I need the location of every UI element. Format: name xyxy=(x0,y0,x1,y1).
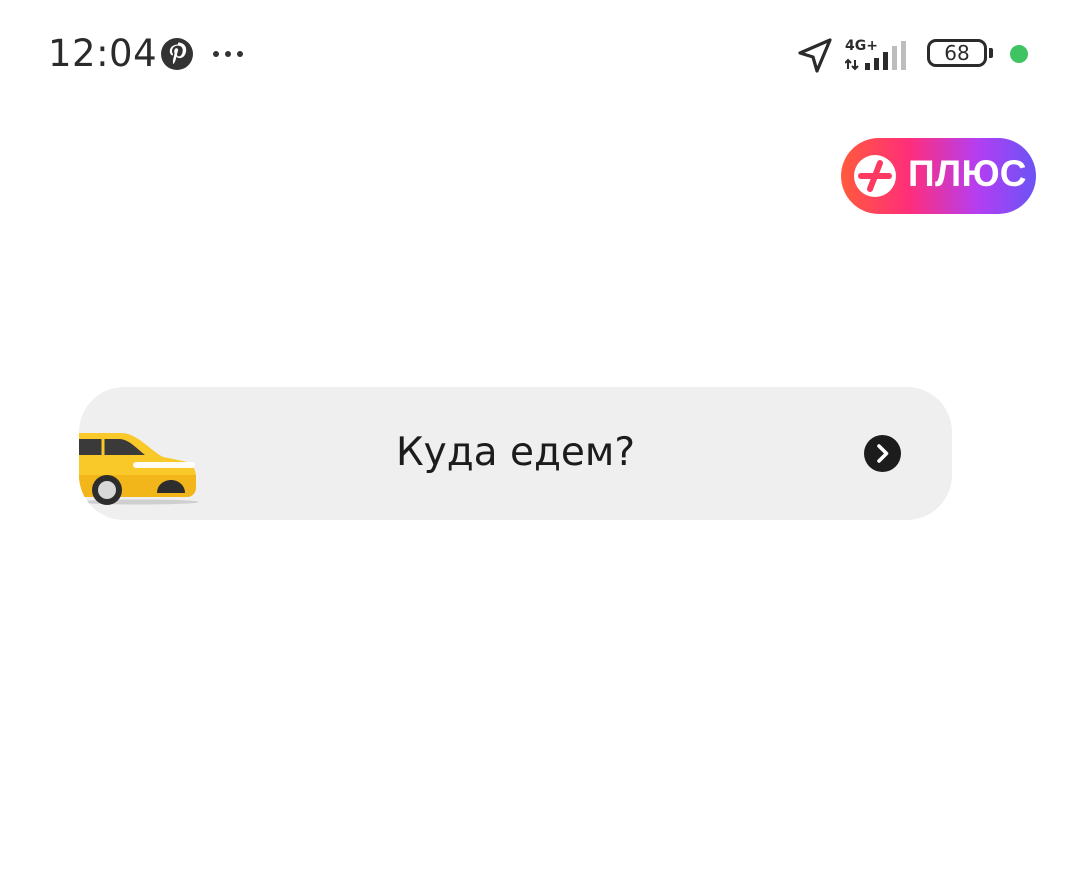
plus-logo-icon xyxy=(854,155,896,197)
status-time: 12:04 xyxy=(48,32,158,75)
status-bar: 12:04 4G+ 68 xyxy=(0,0,1080,110)
mic-indicator-dot xyxy=(1010,45,1028,63)
where-to-button[interactable]: Куда едем? xyxy=(79,387,952,520)
pinterest-icon xyxy=(161,38,193,70)
more-dots-icon xyxy=(213,51,243,57)
where-to-label: Куда едем? xyxy=(395,430,636,475)
location-arrow-icon xyxy=(798,38,832,73)
signal-icon: 4G+ xyxy=(845,38,906,71)
screen: 12:04 4G+ 68 ПЛЮС Куда едем? xyxy=(0,0,1080,880)
plus-badge-label: ПЛЮС xyxy=(908,153,1027,194)
battery-level: 68 xyxy=(944,41,970,65)
plus-badge-button[interactable]: ПЛЮС xyxy=(841,138,1036,214)
battery-icon: 68 xyxy=(927,39,993,67)
chevron-right-circle-icon xyxy=(864,435,901,472)
svg-text:4G+: 4G+ xyxy=(845,38,878,54)
